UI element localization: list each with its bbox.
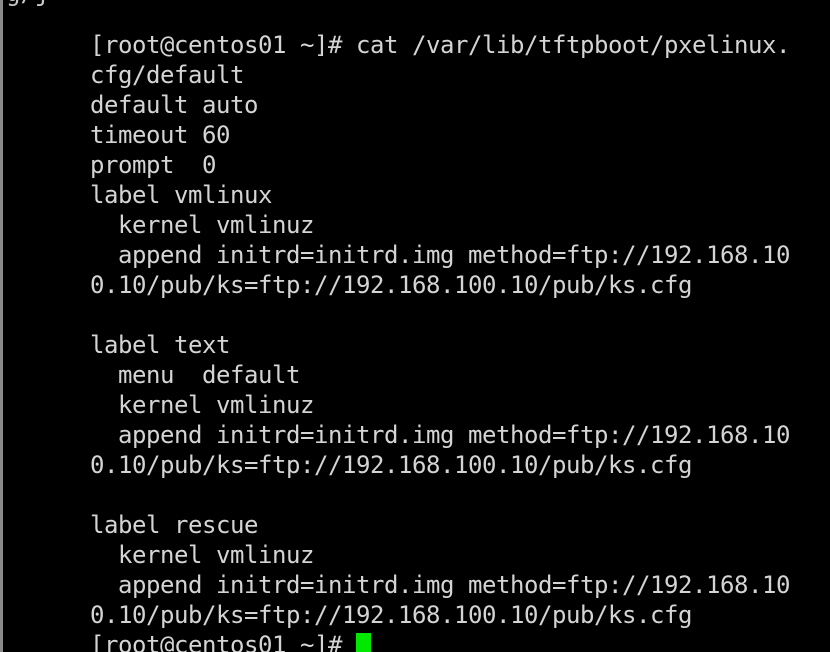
terminal-line-append-2-wrap: 0.10/pub/ks=ftp://192.168.100.10/pub/ks.… bbox=[0, 420, 830, 479]
terminal-line-label-rescue: label rescue bbox=[0, 480, 830, 539]
terminal-line-append-3: append initrd=initrd.img method=ftp://19… bbox=[0, 540, 830, 599]
terminal-line-append-1: append initrd=initrd.img method=ftp://19… bbox=[0, 210, 830, 269]
terminal-line-kernel-2: kernel vmlinuz bbox=[0, 360, 830, 419]
terminal-line-kernel-3: kernel vmlinuz bbox=[0, 510, 830, 569]
terminal-left-edge-strip bbox=[0, 0, 3, 652]
terminal-line-menu-default: menu default bbox=[0, 330, 830, 389]
terminal-line-label-vmlinux: label vmlinux bbox=[0, 150, 830, 209]
terminal-line-command-wrap: cfg/default bbox=[0, 30, 830, 89]
terminal-line-command: [root@centos01 ~]# cat /var/lib/tftpboot… bbox=[0, 0, 830, 59]
terminal-screen[interactable]: [root@centos01 ~]# cat /var/lib/tftpboot… bbox=[0, 0, 830, 652]
terminal-line-kernel-1: kernel vmlinuz bbox=[0, 180, 830, 239]
terminal-window[interactable]: g/j [root@centos01 ~]# cat /var/lib/tftp… bbox=[0, 0, 830, 652]
terminal-line-default-auto: default auto bbox=[0, 60, 830, 119]
terminal-line-prompt-0: prompt 0 bbox=[0, 120, 830, 179]
terminal-line-append-1-wrap: 0.10/pub/ks=ftp://192.168.100.10/pub/ks.… bbox=[0, 240, 830, 299]
shell-prompt: [root@centos01 ~]# bbox=[90, 631, 356, 652]
text-cursor[interactable] bbox=[356, 633, 371, 652]
terminal-line-timeout: timeout 60 bbox=[0, 90, 830, 149]
terminal-line-final-prompt[interactable]: [root@centos01 ~]# bbox=[0, 600, 830, 652]
terminal-line-blank-2 bbox=[0, 450, 830, 480]
terminal-line-label-text: label text bbox=[0, 300, 830, 359]
terminal-line-blank-1 bbox=[0, 270, 830, 300]
terminal-line-append-3-wrap: 0.10/pub/ks=ftp://192.168.100.10/pub/ks.… bbox=[0, 570, 830, 629]
terminal-line-append-2: append initrd=initrd.img method=ftp://19… bbox=[0, 390, 830, 449]
